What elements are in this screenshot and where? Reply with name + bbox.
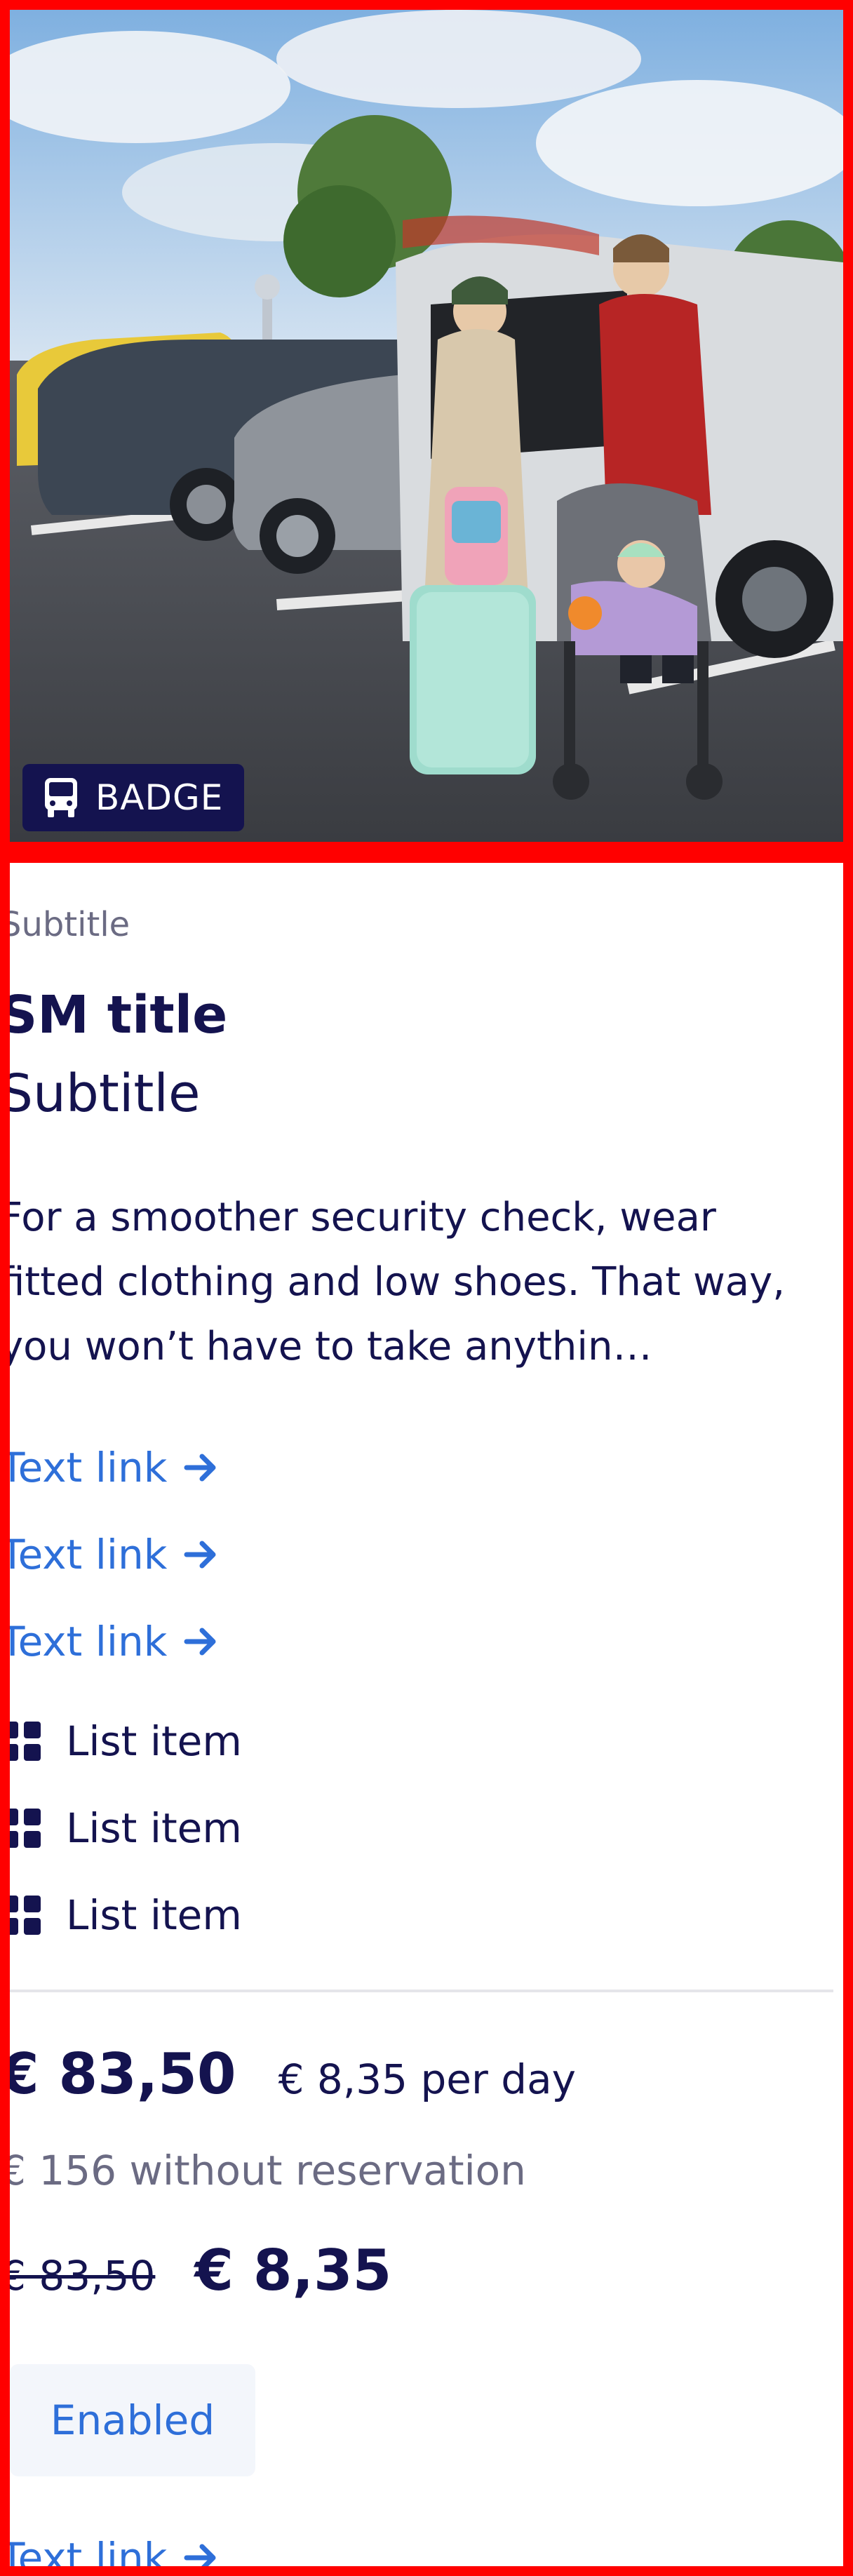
list-item: List item [10, 1785, 242, 1872]
old-price: € 83,50 [0, 2252, 156, 2300]
price-main: € 83,50 [0, 2041, 236, 2107]
price-row: € 83,50 € 8,35 per day [0, 2041, 576, 2107]
bottom-text-link[interactable]: Text link [0, 2514, 219, 2576]
arrow-right-icon [184, 1628, 216, 1656]
text-link-label: Text link [0, 1444, 168, 1491]
card-title: SM title [0, 985, 228, 1045]
grid-icon [10, 1722, 41, 1761]
enabled-button[interactable]: Enabled [10, 2364, 255, 2476]
eyebrow-subtitle: Subtitle [0, 905, 130, 944]
text-link-label: Text link [0, 1618, 168, 1665]
image-separator [10, 842, 843, 863]
parking-lot-photo [10, 10, 843, 842]
arrow-right-icon [184, 1454, 216, 1482]
text-link-3[interactable]: Text link [0, 1598, 219, 1685]
section-divider [10, 1990, 833, 1992]
list-item-label: List item [66, 1891, 242, 1939]
price-note: € 156 without reservation [0, 2147, 526, 2194]
list-item-label: List item [66, 1804, 242, 1852]
hero-badge: BADGE [22, 764, 245, 831]
bus-icon [45, 778, 77, 817]
card-subtitle: Subtitle [0, 1064, 201, 1124]
list-item: List item [10, 1698, 242, 1785]
new-price: € 8,35 [194, 2238, 392, 2303]
badge-label: BADGE [95, 777, 224, 818]
grid-icon [10, 1896, 41, 1935]
card-frame: BADGE Subtitle SM title Subtitle For a s… [0, 0, 853, 2576]
text-link-label: Text link [0, 1531, 168, 1578]
hero-image: BADGE [10, 10, 843, 842]
link-list: Text link Text link Text link [0, 1424, 219, 1685]
text-link-1[interactable]: Text link [0, 1424, 219, 1511]
list-item: List item [10, 1872, 242, 1959]
card-description: For a smoother security check, wear fitt… [0, 1195, 786, 1369]
discount-price-row: € 83,50 € 8,35 [0, 2238, 392, 2303]
grid-icon [10, 1809, 41, 1848]
text-link-label: Text link [0, 2534, 168, 2576]
list-item-label: List item [66, 1717, 242, 1765]
arrow-right-icon [184, 2544, 216, 2566]
price-per-day: € 8,35 per day [278, 2055, 576, 2103]
feature-list: List item List item List item [10, 1698, 242, 1959]
text-link-2[interactable]: Text link [0, 1511, 219, 1598]
arrow-right-icon [184, 1541, 216, 1569]
